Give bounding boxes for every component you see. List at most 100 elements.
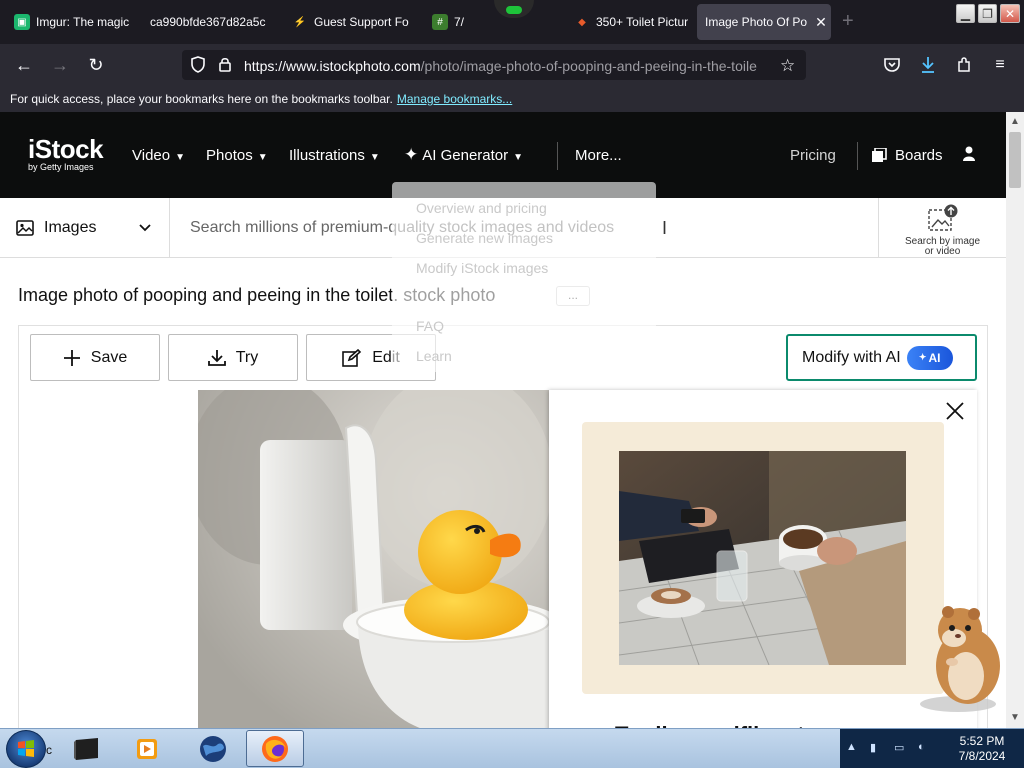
tab-label: Image Photo Of Po [705, 15, 808, 29]
nav-pricing[interactable]: Pricing [790, 147, 836, 164]
globe-icon [200, 735, 226, 762]
modify-label: Modify with AI [802, 348, 901, 366]
scroll-up-icon[interactable]: ▲ [1010, 116, 1020, 127]
tab-guest-support[interactable]: ⚡ Guest Support Fo [284, 4, 418, 40]
tab-hash[interactable]: ca990bfde367d82a5c [142, 4, 276, 40]
image-icon [16, 220, 34, 236]
clock-date: 7/8/2024 [958, 749, 1006, 763]
chevron-down-icon: ▼ [369, 152, 380, 163]
terminal-icon [74, 737, 98, 760]
lock-icon[interactable] [218, 56, 232, 76]
network-icon[interactable]: ▭ [894, 741, 904, 754]
tray-expand-icon[interactable]: ▲ [846, 741, 857, 753]
logo-text: iStock [28, 134, 104, 164]
sparkle-icon: ✦ [404, 145, 419, 164]
bookmark-star-icon[interactable]: ☆ [780, 56, 795, 76]
search-by-image-button[interactable]: Search by image or video [878, 198, 1006, 258]
imgur-favicon-icon: ▣ [14, 14, 30, 30]
tab-label: 350+ Toilet Pictur [596, 15, 689, 29]
nav-more[interactable]: More... [575, 147, 622, 164]
hamster-sticker [918, 600, 1010, 712]
nav-video-label: Video [132, 147, 171, 164]
taskbar-item-browser-globe[interactable] [184, 730, 242, 767]
media-type-select[interactable]: Images [0, 198, 170, 258]
text-cursor-icon: I [662, 218, 668, 238]
windows-logo-icon [18, 740, 34, 757]
dropdown-generate[interactable]: Generate new images [416, 230, 553, 246]
close-icon[interactable] [944, 400, 966, 422]
tray-app-icon[interactable]: ▮ [870, 741, 876, 754]
restore-icon[interactable]: ❐ [978, 4, 997, 23]
promo-photo [619, 451, 906, 665]
pocket-icon[interactable] [880, 53, 904, 77]
download-icon [207, 349, 226, 367]
taskbar-item-firefox[interactable] [246, 730, 304, 767]
dropdown-faq[interactable]: FAQ [416, 318, 444, 334]
ai-badge-label: AI [928, 350, 941, 365]
volume-icon[interactable]: ◐ [918, 741, 925, 753]
ai-badge: ✦ AI [906, 345, 953, 370]
start-label: c [46, 743, 52, 757]
promo-popup: Tradicar uniflianst [549, 390, 977, 735]
back-arrow-icon[interactable]: ← [12, 53, 36, 77]
reload-icon[interactable]: ↻ [84, 53, 108, 77]
boards-icon [872, 147, 887, 166]
url-text[interactable]: https://www.istockphoto.com/photo/image-… [244, 58, 774, 74]
toilet-duck-image [198, 390, 549, 735]
nav-more-label: More... [575, 147, 622, 164]
try-button[interactable]: Try [168, 334, 298, 381]
sparkle-icon: ✦ [918, 352, 927, 362]
cafe-meeting-image [619, 451, 906, 665]
url-bar[interactable]: https://www.istockphoto.com/photo/image-… [182, 50, 806, 80]
search-by-image-line2: or video [924, 246, 961, 257]
dropdown-learn[interactable]: Learn [416, 348, 452, 364]
minimize-icon[interactable]: ▁ [956, 4, 975, 23]
dropdown-modify[interactable]: Modify iStock images [416, 260, 548, 276]
tab-imgur[interactable]: ▣ Imgur: The magic [6, 4, 140, 40]
plus-icon [63, 349, 81, 367]
url-path: /photo/image-photo-of-pooping-and-peeing… [420, 58, 757, 74]
shield-icon[interactable] [190, 56, 206, 77]
nav-video[interactable]: Video ▼ [132, 147, 185, 164]
istock-logo[interactable]: iStock by Getty Images [28, 134, 104, 172]
new-tab-icon[interactable]: + [842, 10, 854, 33]
scroll-thumb[interactable] [1009, 132, 1021, 188]
taskbar-item-media-player[interactable] [118, 730, 176, 767]
tab-label: ca990bfde367d82a5c [150, 15, 266, 29]
nav-ai-generator-label: AI Generator [422, 147, 509, 164]
tab-toilet-pictures[interactable]: ◆ 350+ Toilet Pictur [566, 4, 692, 40]
site-favicon-icon: ◆ [578, 16, 586, 28]
stock-photo[interactable] [198, 390, 549, 735]
ai-generator-dropdown: Overview and pricing Generate new images… [392, 182, 656, 372]
manage-bookmarks-link[interactable]: Manage bookmarks... [397, 92, 512, 106]
close-window-icon[interactable]: ✕ [1000, 4, 1020, 23]
bookmarks-toolbar: For quick access, place your bookmarks h… [0, 86, 1024, 112]
tab-partial[interactable]: # 7/ [424, 4, 484, 40]
nav-photos-label: Photos [206, 147, 253, 164]
header-divider [557, 142, 558, 170]
modify-with-ai-button[interactable]: Modify with AI ✦ AI [786, 334, 977, 381]
download-icon[interactable] [916, 53, 940, 77]
user-account-icon[interactable] [962, 146, 976, 166]
forward-arrow-icon[interactable]: → [48, 53, 72, 77]
windows-taskbar: c ▲ ▮ ▭ ◐ 5:52 PM 7/8/2024 [0, 728, 1024, 768]
save-button[interactable]: Save [30, 334, 160, 381]
extensions-icon[interactable] [952, 53, 976, 77]
chevron-down-icon: ▼ [513, 152, 524, 163]
tab-close-icon[interactable]: ✕ [815, 14, 827, 31]
nav-boards[interactable]: Boards [872, 147, 943, 166]
header-divider [857, 142, 858, 170]
start-button[interactable] [6, 730, 46, 768]
chevron-down-icon [139, 221, 151, 235]
nav-photos[interactable]: Photos ▼ [206, 147, 268, 164]
dropdown-overview[interactable]: Overview and pricing [416, 200, 547, 216]
taskbar-item-terminal[interactable] [58, 730, 116, 767]
hamburger-menu-icon[interactable]: ≡ [988, 53, 1012, 77]
nav-ai-generator[interactable]: ✦ AI Generator ▼ [404, 145, 523, 165]
hamster-icon [920, 606, 1000, 712]
nav-illustrations-label: Illustrations [289, 147, 365, 164]
scroll-down-icon[interactable]: ▼ [1010, 712, 1020, 723]
tab-istock-active[interactable]: Image Photo Of Po ✕ [697, 4, 831, 40]
nav-illustrations[interactable]: Illustrations ▼ [289, 147, 380, 164]
taskbar-clock[interactable]: 5:52 PM 7/8/2024 [940, 729, 1024, 768]
